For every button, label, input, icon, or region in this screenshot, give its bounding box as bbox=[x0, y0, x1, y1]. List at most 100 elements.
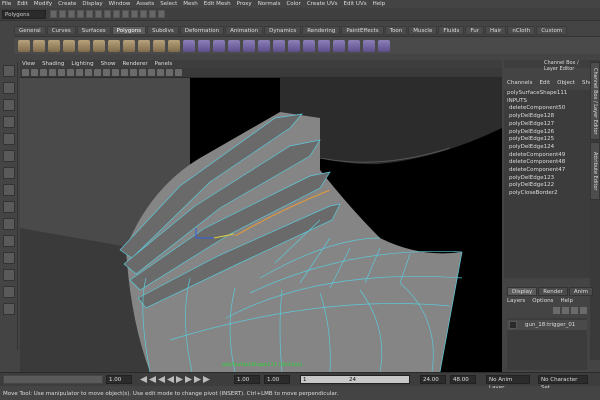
new-scene-icon[interactable] bbox=[50, 10, 57, 18]
panel-menu-panels[interactable]: Panels bbox=[155, 61, 173, 67]
panel-menu-show[interactable]: Show bbox=[101, 61, 116, 67]
range-start-field[interactable]: 1.00 bbox=[234, 375, 260, 384]
select-component-icon[interactable] bbox=[95, 10, 102, 18]
current-time-field[interactable]: 1.00 bbox=[264, 375, 290, 384]
input-node[interactable]: deleteComponent50 bbox=[504, 105, 590, 113]
layer-menu-layers[interactable]: Layers bbox=[507, 298, 525, 304]
start-time-field[interactable]: 1.00 bbox=[106, 375, 132, 384]
render-settings-icon[interactable] bbox=[158, 10, 165, 18]
layer-tab-anim[interactable]: Anim bbox=[568, 287, 594, 296]
menu-file[interactable]: File bbox=[2, 1, 11, 7]
bridge-icon[interactable] bbox=[198, 39, 210, 52]
input-node[interactable]: polyDelEdge125 bbox=[504, 136, 590, 144]
shelf-tab-animation[interactable]: Animation bbox=[225, 26, 264, 35]
input-node[interactable]: polyDelEdge124 bbox=[504, 144, 590, 152]
step-back-frame-icon[interactable] bbox=[158, 376, 165, 383]
fill-hole-icon[interactable] bbox=[348, 39, 360, 52]
select-hierarchy-icon[interactable] bbox=[77, 10, 84, 18]
input-node[interactable]: polyDelEdge126 bbox=[504, 129, 590, 137]
smooth-shade-icon[interactable] bbox=[130, 69, 137, 76]
play-backward-icon[interactable] bbox=[167, 376, 174, 383]
shelf-tab-toon[interactable]: Toon bbox=[384, 26, 408, 35]
shelf-tab-rendering[interactable]: Rendering bbox=[302, 26, 341, 35]
layer-tab-render[interactable]: Render bbox=[538, 287, 568, 296]
uv-texture-editor-icon[interactable] bbox=[363, 39, 375, 52]
ipr-render-icon[interactable] bbox=[149, 10, 156, 18]
layout-outliner-icon[interactable] bbox=[3, 286, 15, 298]
layout-persp-outliner-icon[interactable] bbox=[3, 235, 15, 247]
move-layer-down-icon[interactable] bbox=[562, 307, 569, 314]
offset-edge-loop-icon[interactable] bbox=[258, 39, 270, 52]
go-to-start-icon[interactable] bbox=[140, 376, 147, 383]
menu-set-dropdown[interactable]: Polygons bbox=[2, 10, 46, 19]
character-set-dropdown[interactable]: No Character Set bbox=[538, 375, 588, 391]
append-polygon-icon[interactable] bbox=[213, 39, 225, 52]
step-back-key-icon[interactable] bbox=[149, 376, 156, 383]
separate-icon[interactable] bbox=[333, 39, 345, 52]
shelf-tab-dynamics[interactable]: Dynamics bbox=[264, 26, 302, 35]
panel-menu-shading[interactable]: Shading bbox=[42, 61, 64, 67]
shelf-tab-deformation[interactable]: Deformation bbox=[179, 26, 225, 35]
merge-icon[interactable] bbox=[288, 39, 300, 52]
image-plane-icon[interactable] bbox=[49, 69, 56, 76]
poly-cylinder-icon[interactable] bbox=[48, 39, 60, 52]
poly-cube-icon[interactable] bbox=[33, 39, 45, 52]
layer-menu-help[interactable]: Help bbox=[560, 298, 573, 304]
poly-helix-icon[interactable] bbox=[153, 39, 165, 52]
play-forward-icon[interactable] bbox=[176, 376, 183, 383]
shelf-tab-custom[interactable]: Custom bbox=[536, 26, 568, 35]
layout-custom-icon[interactable] bbox=[3, 303, 15, 315]
anim-layer-dropdown[interactable]: No Anim Layer bbox=[486, 375, 530, 391]
shelf-tab-curves[interactable]: Curves bbox=[46, 26, 76, 35]
xray-icon[interactable] bbox=[175, 69, 182, 76]
poly-pipe-icon[interactable] bbox=[138, 39, 150, 52]
paint-select-tool-icon[interactable] bbox=[3, 99, 15, 111]
shelf-tab-subdivs[interactable]: Subdivs bbox=[147, 26, 179, 35]
menu-normals[interactable]: Normals bbox=[258, 1, 281, 7]
layout-four-icon[interactable] bbox=[3, 218, 15, 230]
panel-menu-view[interactable]: View bbox=[22, 61, 35, 67]
combine-icon[interactable] bbox=[168, 39, 180, 52]
step-forward-frame-icon[interactable] bbox=[185, 376, 192, 383]
save-scene-icon[interactable] bbox=[68, 10, 75, 18]
input-node[interactable]: polyDelEdge127 bbox=[504, 121, 590, 129]
poly-plane-icon[interactable] bbox=[78, 39, 90, 52]
end-time-field[interactable]: 24.00 bbox=[420, 375, 446, 384]
layer-visibility-toggle[interactable] bbox=[509, 321, 517, 329]
planar-mapping-icon[interactable] bbox=[378, 39, 390, 52]
shelf-tab-ncloth[interactable]: nCloth bbox=[507, 26, 536, 35]
channel-box-menu-channels[interactable]: Channels bbox=[507, 80, 532, 86]
wireframe-icon[interactable] bbox=[121, 69, 128, 76]
menu-edit-uvs[interactable]: Edit UVs bbox=[344, 1, 367, 7]
go-to-end-icon[interactable] bbox=[203, 376, 210, 383]
manipulator-tool-icon[interactable] bbox=[3, 167, 15, 179]
bookmark-icon[interactable] bbox=[40, 69, 47, 76]
poly-cone-icon[interactable] bbox=[63, 39, 75, 52]
menu-select[interactable]: Select bbox=[160, 1, 177, 7]
open-scene-icon[interactable] bbox=[59, 10, 66, 18]
layout-single-icon[interactable] bbox=[3, 201, 15, 213]
input-node[interactable]: deleteComponent48 bbox=[504, 159, 590, 167]
shelf-tab-muscle[interactable]: Muscle bbox=[408, 26, 438, 35]
playback-range-bar[interactable]: 1 24 bbox=[300, 375, 410, 384]
resolution-gate-icon[interactable] bbox=[76, 69, 83, 76]
film-gate-icon[interactable] bbox=[67, 69, 74, 76]
safe-title-icon[interactable] bbox=[112, 69, 119, 76]
menu-create-uvs[interactable]: Create UVs bbox=[307, 1, 338, 7]
shape-node-name[interactable]: polySurfaceShape111 bbox=[504, 90, 590, 98]
extrude-icon[interactable] bbox=[183, 39, 195, 52]
menu-color[interactable]: Color bbox=[286, 1, 300, 7]
wireframe-on-shaded-icon[interactable] bbox=[139, 69, 146, 76]
panel-menu-lighting[interactable]: Lighting bbox=[71, 61, 93, 67]
input-node[interactable]: polyDelEdge122 bbox=[504, 182, 590, 190]
menu-window[interactable]: Window bbox=[109, 1, 131, 7]
menu-assets[interactable]: Assets bbox=[136, 1, 154, 7]
shelf-tab-fluids[interactable]: Fluids bbox=[438, 26, 465, 35]
snap-grid-icon[interactable] bbox=[104, 10, 111, 18]
bevel-icon[interactable] bbox=[273, 39, 285, 52]
smooth-icon[interactable] bbox=[303, 39, 315, 52]
input-node[interactable]: polyDelEdge128 bbox=[504, 113, 590, 121]
poly-torus-icon[interactable] bbox=[93, 39, 105, 52]
scale-tool-icon[interactable] bbox=[3, 150, 15, 162]
channel-box-menu-edit[interactable]: Edit bbox=[539, 80, 550, 86]
